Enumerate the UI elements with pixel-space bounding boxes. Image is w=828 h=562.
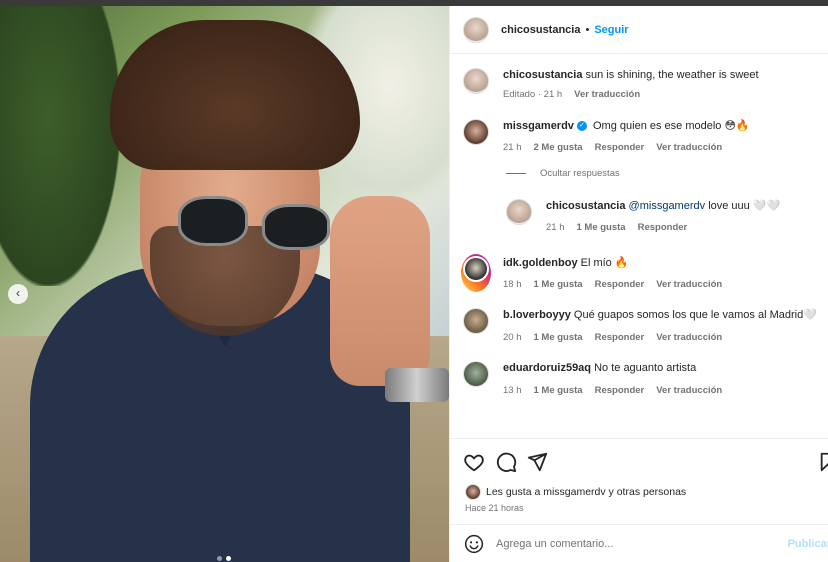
- photo-sunglasses-right-lens: [262, 204, 330, 250]
- comment-item: idk.goldenboy El mío 🔥 18 h 1 Me gusta R…: [461, 254, 722, 292]
- comment-text: El mío 🔥: [580, 257, 629, 269]
- reply-item: chicosustancia @missgamerdv love uuu 🤍🤍 …: [506, 199, 780, 235]
- comment-item: eduardoruiz59aq No te aguanto artista 13…: [463, 361, 722, 398]
- likes-text: Les gusta a missgamerdv y otras personas: [486, 486, 687, 498]
- heart-icon[interactable]: [463, 451, 485, 473]
- post-photo[interactable]: ‹: [0, 6, 449, 562]
- comment-time: 21 h: [503, 142, 522, 153]
- publish-button[interactable]: Publicar: [788, 538, 828, 550]
- photo-sunglasses-left-lens: [178, 196, 248, 246]
- avatar[interactable]: [463, 308, 489, 334]
- separator-dot: •: [585, 23, 590, 36]
- post-side-panel: chicosustancia • Seguir chicosustancia s…: [449, 6, 828, 562]
- translate-link[interactable]: Ver traducción: [656, 141, 722, 155]
- photo-foliage-left: [0, 6, 120, 286]
- carousel-prev-button[interactable]: ‹: [8, 284, 28, 304]
- chevron-left-icon: ‹: [16, 286, 20, 300]
- avatar: [465, 484, 481, 500]
- reply-time: 21 h: [546, 222, 565, 233]
- post-header: chicosustancia • Seguir: [450, 6, 828, 54]
- avatar[interactable]: [463, 119, 489, 145]
- translate-link[interactable]: Ver traducción: [574, 88, 640, 102]
- comment-time: 18 h: [503, 279, 522, 290]
- post-timestamp: Hace 21 horas: [465, 503, 524, 513]
- reply-button[interactable]: Responder: [595, 278, 645, 292]
- reply-button[interactable]: Responder: [638, 221, 688, 235]
- comment-text: Qué guapos somos los que le vamos al Mad…: [573, 309, 817, 321]
- comment-text: No te aguanto artista: [594, 362, 697, 374]
- follow-button[interactable]: Seguir: [594, 24, 628, 36]
- carousel-dot-1[interactable]: [217, 556, 222, 561]
- hide-replies-label: Ocultar respuestas: [540, 168, 620, 179]
- comment-item: missgamerdv ✓ Omg quien es ese modelo 😳🔥 …: [463, 119, 750, 155]
- comment-composer: Agrega un comentario... Publicar: [450, 524, 828, 562]
- comment-user[interactable]: idk.goldenboy: [503, 257, 578, 269]
- comment-time: 20 h: [503, 332, 522, 343]
- story-ring[interactable]: [461, 254, 491, 292]
- reply-likes[interactable]: 1 Me gusta: [577, 221, 626, 235]
- avatar[interactable]: [463, 68, 489, 94]
- photo-wristwatch: [385, 368, 449, 402]
- comment-input[interactable]: Agrega un comentario...: [496, 538, 613, 550]
- translate-link[interactable]: Ver traducción: [656, 331, 722, 345]
- verified-badge-icon: ✓: [576, 121, 587, 132]
- avatar: [463, 256, 489, 282]
- comment-likes[interactable]: 1 Me gusta: [534, 331, 583, 345]
- bookmark-icon[interactable]: [818, 451, 828, 473]
- photo-person-hand: [330, 196, 430, 386]
- reply-button[interactable]: Responder: [595, 384, 645, 398]
- caption-user[interactable]: chicosustancia: [503, 69, 582, 81]
- reply-button[interactable]: Responder: [595, 331, 645, 345]
- post-author[interactable]: chicosustancia: [501, 24, 580, 36]
- divider: [506, 173, 526, 174]
- avatar[interactable]: [506, 199, 532, 225]
- comment-icon[interactable]: [495, 451, 517, 473]
- comment-likes[interactable]: 2 Me gusta: [534, 141, 583, 155]
- avatar[interactable]: [463, 16, 489, 43]
- carousel-dots: [217, 556, 231, 561]
- comment-user[interactable]: eduardoruiz59aq: [503, 362, 591, 374]
- translate-link[interactable]: Ver traducción: [656, 278, 722, 292]
- comment-user[interactable]: b.loverboyyy: [503, 309, 571, 321]
- comment-likes[interactable]: 1 Me gusta: [534, 384, 583, 398]
- reply-text: love uuu 🤍🤍: [708, 200, 781, 212]
- comment-time: 13 h: [503, 385, 522, 396]
- share-icon[interactable]: [526, 451, 548, 473]
- reply-user[interactable]: chicosustancia: [546, 200, 625, 212]
- likes-summary[interactable]: Les gusta a missgamerdv y otras personas: [465, 484, 686, 500]
- caption-text: sun is shining, the weather is sweet: [585, 69, 759, 81]
- comment-text: Omg quien es ese modelo 😳🔥: [593, 120, 750, 132]
- translate-link[interactable]: Ver traducción: [656, 384, 722, 398]
- hide-replies-toggle[interactable]: Ocultar respuestas: [506, 168, 620, 179]
- avatar[interactable]: [463, 361, 489, 387]
- reply-mention[interactable]: @missgamerdv: [629, 200, 706, 212]
- caption-edited: Editado · 21 h: [503, 89, 563, 100]
- comment-user[interactable]: missgamerdv: [503, 120, 574, 132]
- carousel-dot-2[interactable]: [226, 556, 231, 561]
- comment-likes[interactable]: 1 Me gusta: [534, 278, 583, 292]
- photo-person-hair: [110, 20, 360, 170]
- comment-item: b.loverboyyy Qué guapos somos los que le…: [463, 308, 817, 345]
- reply-button[interactable]: Responder: [595, 141, 645, 155]
- caption: chicosustancia sun is shining, the weath…: [463, 68, 759, 102]
- emoji-icon[interactable]: [464, 534, 484, 554]
